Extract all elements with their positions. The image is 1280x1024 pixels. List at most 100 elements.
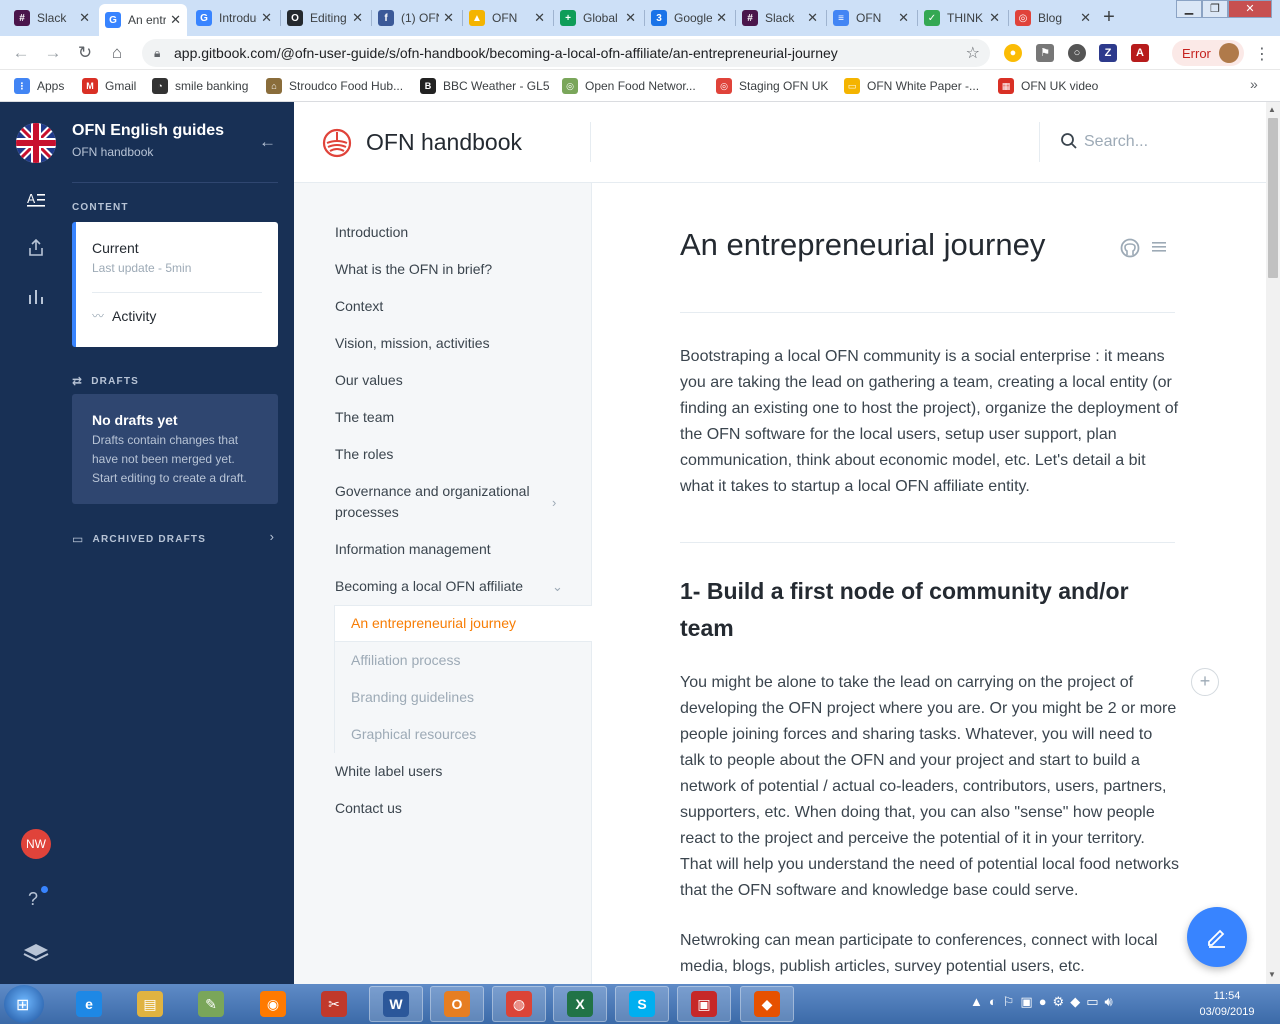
nav-item-introduction[interactable]: Introduction <box>335 222 555 243</box>
taskbar-app-explorer[interactable]: ▤ <box>123 986 177 1022</box>
tray-gpu-icon[interactable]: ▣ <box>1020 994 1032 1010</box>
taskbar-app-app-red[interactable]: ▣ <box>677 986 731 1022</box>
taskbar-app-ie[interactable]: e <box>62 986 116 1022</box>
close-tab-icon[interactable]: ✕ <box>352 10 363 26</box>
nav-item-vision[interactable]: Vision, mission, activities <box>335 333 555 354</box>
nav-item-graphical-resources[interactable]: Graphical resources <box>351 726 476 742</box>
nav-item-information-management[interactable]: Information management <box>335 539 555 560</box>
bookmark-item[interactable]: ◎ Staging OFN UK <box>716 76 828 96</box>
nav-item-affiliation-process[interactable]: Affiliation process <box>351 652 460 668</box>
current-version-card[interactable]: Current Last update - 5min 〰 Activity <box>72 222 278 347</box>
taskbar-app-skype[interactable]: S <box>615 986 669 1022</box>
omnibox[interactable]: 🔒︎ app.gitbook.com/@ofn-user-guide/s/ofn… <box>142 39 990 67</box>
taskbar-app-outlook[interactable]: O <box>430 986 484 1022</box>
nav-item-ofn-in-brief[interactable]: What is the OFN in brief? <box>335 259 555 280</box>
browser-tab[interactable]: ≡ OFN ✕ <box>827 4 915 32</box>
extension-pdf-icon[interactable]: A <box>1131 44 1149 62</box>
collapse-sidebar-icon[interactable]: ← <box>259 132 276 152</box>
space-title[interactable]: OFN English guides <box>72 122 224 140</box>
taskbar-app-app-puzzle[interactable]: ◆ <box>740 986 794 1022</box>
space-logo[interactable] <box>16 123 56 163</box>
browser-tab[interactable]: ▲ OFN ✕ <box>463 4 551 32</box>
content-rail-icon[interactable]: A <box>24 191 48 215</box>
close-tab-icon[interactable]: ✕ <box>898 10 909 26</box>
browser-tab[interactable]: f (1) OFN ✕ <box>372 4 460 32</box>
browser-tab[interactable]: # Slack ✕ <box>736 4 824 32</box>
browser-tab[interactable]: G Introduction ✕ <box>190 4 278 32</box>
tray-monitor-icon[interactable]: ▭ <box>1086 994 1098 1010</box>
browser-tab[interactable]: 3 Google ✕ <box>645 4 733 32</box>
extension-circle-icon[interactable]: ○ <box>1068 44 1086 62</box>
bookmark-item[interactable]: ◎ Open Food Networ... <box>562 76 696 96</box>
nav-item-white-label-users[interactable]: White label users <box>335 761 555 782</box>
nav-item-contact-us[interactable]: Contact us <box>335 798 555 819</box>
help-icon[interactable]: ? <box>28 889 38 910</box>
edit-button[interactable] <box>1187 907 1247 967</box>
close-window-button[interactable]: ✕ <box>1228 0 1272 18</box>
table-of-contents-icon[interactable] <box>1150 239 1168 257</box>
close-tab-icon[interactable]: ✕ <box>79 10 90 26</box>
nav-item-roles[interactable]: The roles <box>335 444 555 465</box>
taskbar-app-chrome[interactable]: ◍ <box>492 986 546 1022</box>
layers-icon[interactable] <box>22 942 50 967</box>
analytics-rail-icon[interactable] <box>24 288 48 312</box>
close-tab-icon[interactable]: ✕ <box>716 10 727 26</box>
close-tab-icon[interactable]: ✕ <box>1080 10 1091 26</box>
activity-link[interactable]: 〰 Activity <box>92 307 156 324</box>
extension-chrome-icon[interactable]: ● <box>1004 44 1022 62</box>
reload-icon[interactable]: ↻ <box>74 42 96 64</box>
browser-tab[interactable]: # Slack ✕ <box>8 4 96 32</box>
nav-item-entrepreneurial-journey[interactable]: An entrepreneurial journey <box>351 615 516 631</box>
close-tab-icon[interactable]: ✕ <box>170 12 181 28</box>
search-input[interactable] <box>1084 130 1254 154</box>
nav-item-team[interactable]: The team <box>335 407 555 428</box>
bookmark-star-icon[interactable]: ☆ <box>966 43 980 63</box>
close-tab-icon[interactable]: ✕ <box>989 10 1000 26</box>
nav-item-context[interactable]: Context <box>335 296 555 317</box>
close-tab-icon[interactable]: ✕ <box>807 10 818 26</box>
close-tab-icon[interactable]: ✕ <box>443 10 454 26</box>
browser-tab[interactable]: ◎ Blog ✕ <box>1009 4 1097 32</box>
home-icon[interactable]: ⌂ <box>106 42 128 64</box>
extension-z-icon[interactable]: Z <box>1099 44 1117 62</box>
nav-item-governance[interactable]: Governance and organizational processes <box>335 481 540 523</box>
close-tab-icon[interactable]: ✕ <box>261 10 272 26</box>
browser-tab[interactable]: G An entrepreneurial journey✕ <box>99 4 187 36</box>
taskbar-app-sniptool[interactable]: ✂ <box>307 986 361 1022</box>
bookmark-item[interactable]: ▭ OFN White Paper -... <box>844 76 979 96</box>
share-rail-icon[interactable] <box>24 238 48 263</box>
taskbar-app-word[interactable]: W <box>369 986 423 1022</box>
github-icon[interactable] <box>1120 238 1140 258</box>
bookmark-item[interactable]: B BBC Weather - GL5 <box>420 76 550 96</box>
close-tab-icon[interactable]: ✕ <box>534 10 545 26</box>
browser-menu-icon[interactable]: ⋮ <box>1254 44 1270 64</box>
chevron-down-icon[interactable]: ⌄ <box>552 579 563 595</box>
forward-icon[interactable]: → <box>42 42 64 64</box>
scroll-down-icon[interactable]: ▼ <box>1268 970 1276 979</box>
taskbar-app-paint[interactable]: ✎ <box>184 986 238 1022</box>
nav-item-branding-guidelines[interactable]: Branding guidelines <box>351 689 474 705</box>
bookmark-item[interactable]: M Gmail <box>82 76 136 96</box>
nav-item-becoming-affiliate[interactable]: Becoming a local OFN affiliate <box>335 576 555 597</box>
extension-flag-icon[interactable]: ⚑ <box>1036 44 1054 62</box>
tray-flag-icon[interactable]: ⚐ <box>1003 994 1015 1010</box>
minimize-button[interactable]: ▁ <box>1176 0 1202 18</box>
tray-update-icon[interactable]: ● <box>1039 994 1047 1010</box>
bookmark-item[interactable]: ◔ smile banking <box>152 76 248 96</box>
browser-tab[interactable]: ✓ THINK ✕ <box>918 4 1006 32</box>
start-button[interactable]: ⊞ <box>4 985 44 1023</box>
tray-expand-icon[interactable]: ▲ <box>970 994 983 1010</box>
maximize-button[interactable]: ❐ <box>1202 0 1228 18</box>
taskbar-app-firefox[interactable]: ◉ <box>246 986 300 1022</box>
scrollbar-thumb[interactable] <box>1268 118 1278 278</box>
taskbar-app-excel[interactable]: X <box>553 986 607 1022</box>
new-tab-button[interactable]: + <box>1097 6 1121 30</box>
profile-error-button[interactable]: Error <box>1172 40 1244 66</box>
tray-dropbox-icon[interactable]: ◆ <box>1070 994 1080 1010</box>
tray-network-share-icon[interactable]: ⚙ <box>1053 994 1065 1010</box>
system-clock[interactable]: 11:54 03/09/2019 <box>1196 988 1258 1020</box>
add-block-button[interactable]: + <box>1191 668 1219 696</box>
scroll-up-icon[interactable]: ▲ <box>1268 105 1276 114</box>
page-scrollbar[interactable]: ▲ ▼ <box>1266 102 1280 984</box>
tray-weather-icon[interactable]: ◐ <box>989 994 997 1010</box>
